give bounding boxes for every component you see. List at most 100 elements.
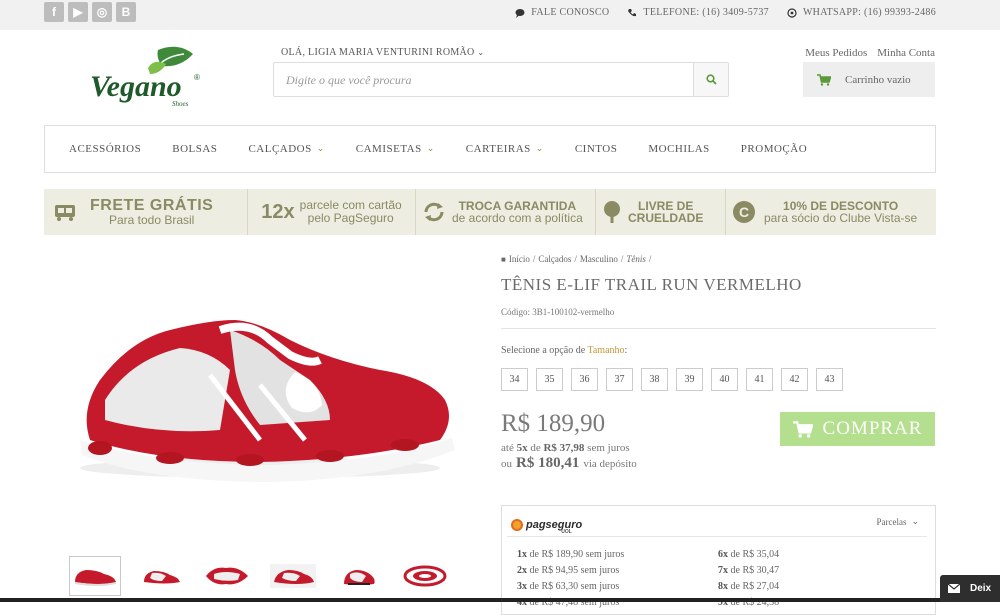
nav-item-bolsas[interactable]: BOLSAS [172, 143, 217, 155]
breadcrumb-inicio[interactable]: Início [509, 254, 530, 264]
home-icon: ■ [501, 254, 506, 264]
size-option-43[interactable]: 43 [816, 368, 843, 391]
svg-text:Shoes: Shoes [172, 100, 189, 108]
size-option-38[interactable]: 38 [641, 368, 668, 391]
truck-icon [55, 205, 75, 221]
bottom-edge [0, 598, 1000, 602]
size-option-42[interactable]: 42 [781, 368, 808, 391]
shoe-thumb-icon [75, 570, 116, 586]
product-thumbnails [69, 556, 451, 596]
clube-logo-icon: C [733, 201, 755, 223]
size-option-34[interactable]: 34 [501, 368, 528, 391]
thumbnail-6[interactable] [399, 556, 451, 596]
table-row: 2x de R$ 94,95 sem juros 7x de R$ 30,47 [517, 564, 780, 576]
youtube-icon[interactable]: ▶ [68, 2, 88, 22]
table-row: 3x de R$ 63,30 sem juros 8x de R$ 27,04 [517, 580, 780, 592]
telefone-link[interactable]: TELEFONE: (16) 3409-5737 [627, 7, 769, 18]
size-option-39[interactable]: 39 [676, 368, 703, 391]
nav-item-mochilas[interactable]: MOCHILAS [648, 143, 709, 155]
meus-pedidos-link[interactable]: Meus Pedidos [805, 47, 867, 59]
shoe-image [80, 320, 455, 482]
chevron-down-icon: ⌄ [535, 144, 544, 154]
phone-icon [628, 8, 637, 16]
tree-icon [604, 201, 620, 223]
nav-item-acessorios[interactable]: ACESSÓRIOS [69, 143, 141, 155]
desconto-block: C 10% DE DESCONTO para sócio do Clube Vis… [726, 189, 926, 235]
breadcrumb-masculino[interactable]: Masculino [580, 254, 618, 264]
cart-button[interactable]: Carrinho vazio [803, 62, 935, 97]
refresh-icon [424, 202, 444, 222]
installment-info: até 5x de R$ 37,98 sem juros [501, 442, 630, 454]
chat-widget[interactable]: Deix [940, 575, 1000, 602]
buy-button[interactable]: COMPRAR [780, 412, 935, 446]
top-bar: f ▶ ◎ B FALE CONOSCO TELEFONE: (16) 3409… [0, 0, 1000, 30]
pagseguro-icon [511, 519, 523, 531]
search-input[interactable]: Digite o que você procura [286, 73, 412, 88]
nav-item-carteiras[interactable]: CARTEIRAS ⌄ [466, 143, 544, 155]
size-option-36[interactable]: 36 [571, 368, 598, 391]
svg-text:®: ® [194, 73, 200, 82]
chat-bubble-icon [515, 8, 525, 18]
size-option-41[interactable]: 41 [746, 368, 773, 391]
chevron-down-icon: ⌄ [316, 144, 325, 154]
product-code: Código: 3B1-100102-vermelho [501, 307, 615, 317]
benefits-banner[interactable]: FRETE GRÁTIS Para todo Brasil 12x parcele… [44, 189, 936, 235]
instagram-icon[interactable]: ◎ [92, 2, 112, 22]
search-icon [705, 74, 717, 85]
chevron-down-icon: ⌄ [426, 144, 435, 154]
breadcrumb-calcados[interactable]: Calçados [538, 254, 571, 264]
thumbnail-5[interactable] [333, 556, 385, 596]
pagseguro-logo: pagseguro UOL [511, 515, 582, 535]
product-main-image[interactable] [60, 290, 480, 490]
blog-icon[interactable]: B [116, 2, 136, 22]
deposit-price: ou R$ 180,41 via depósito [501, 455, 637, 471]
chevron-down-icon: ⌄ [911, 517, 919, 527]
breadcrumb: ■ Início / Calçados / Masculino / Tênis / [501, 254, 652, 264]
thumbnail-2[interactable] [135, 556, 187, 596]
size-options: 34 35 36 37 38 39 40 41 42 43 [501, 368, 843, 391]
minha-conta-link[interactable]: Minha Conta [877, 47, 935, 59]
nav-item-calcados[interactable]: CALÇADOS ⌄ [248, 143, 324, 155]
size-select-label: Selecione a opção de Tamanho: [501, 345, 628, 356]
fale-conosco-link[interactable]: FALE CONOSCO [515, 7, 609, 18]
thumbnail-3[interactable] [201, 556, 253, 596]
shoe-thumb-icon [403, 565, 447, 587]
search-button[interactable] [693, 63, 728, 96]
facebook-icon[interactable]: f [44, 2, 64, 22]
shoe-thumb-icon [206, 567, 248, 585]
svg-text:Vegano: Vegano [90, 70, 182, 103]
troca-garantida-block: TROCA GARANTIDA de acordo com a política [416, 189, 596, 235]
divider [501, 328, 936, 329]
livre-crueldade-block: LIVRE DE CRUELDADE [596, 189, 726, 235]
shoe-thumb-icon [144, 571, 180, 584]
nav-item-cintos[interactable]: CINTOS [575, 143, 618, 155]
vegano-logo-icon: Vegano Shoes ® [90, 46, 200, 108]
whatsapp-link[interactable]: WHATSAPP: (16) 99393-2486 [787, 7, 936, 18]
social-links: f ▶ ◎ B [44, 2, 136, 22]
chevron-down-icon: ⌄ [477, 48, 485, 57]
whatsapp-icon [787, 7, 797, 18]
table-row: 4x de R$ 47,48 sem juros 9x de R$ 24,38 [517, 596, 780, 608]
size-option-37[interactable]: 37 [606, 368, 633, 391]
thumbnail-4[interactable] [267, 556, 319, 596]
parcelas-dropdown[interactable]: Parcelas ⌄ [876, 517, 919, 527]
breadcrumb-tenis[interactable]: Tênis [626, 254, 646, 264]
nav-item-camisetas[interactable]: CAMISETAS ⌄ [356, 143, 435, 155]
account-links: Meus Pedidos Minha Conta [805, 47, 935, 59]
cart-icon [817, 73, 831, 86]
brand-logo[interactable]: Vegano Shoes ® [88, 44, 208, 114]
shoe-thumb-icon [344, 570, 375, 585]
frete-gratis-block: FRETE GRÁTIS Para todo Brasil [44, 189, 248, 235]
parcele-block: 12x parcele com cartão pelo PagSeguro [248, 189, 416, 235]
thumbnail-1[interactable] [69, 556, 121, 596]
size-option-40[interactable]: 40 [711, 368, 738, 391]
cart-icon [792, 420, 813, 438]
size-option-35[interactable]: 35 [536, 368, 563, 391]
divider [507, 536, 927, 537]
user-greeting[interactable]: OLÁ, LIGIA MARIA VENTURINI ROMÃO ⌄ [281, 47, 484, 58]
product-title: TÊNIS E-LIF TRAIL RUN VERMELHO [501, 275, 802, 294]
product-price: R$ 189,90 [501, 410, 606, 437]
svg-text:C: C [739, 204, 749, 220]
search-box[interactable]: Digite o que você procura [273, 62, 729, 97]
nav-item-promocao[interactable]: PROMOÇÃO [741, 143, 807, 155]
